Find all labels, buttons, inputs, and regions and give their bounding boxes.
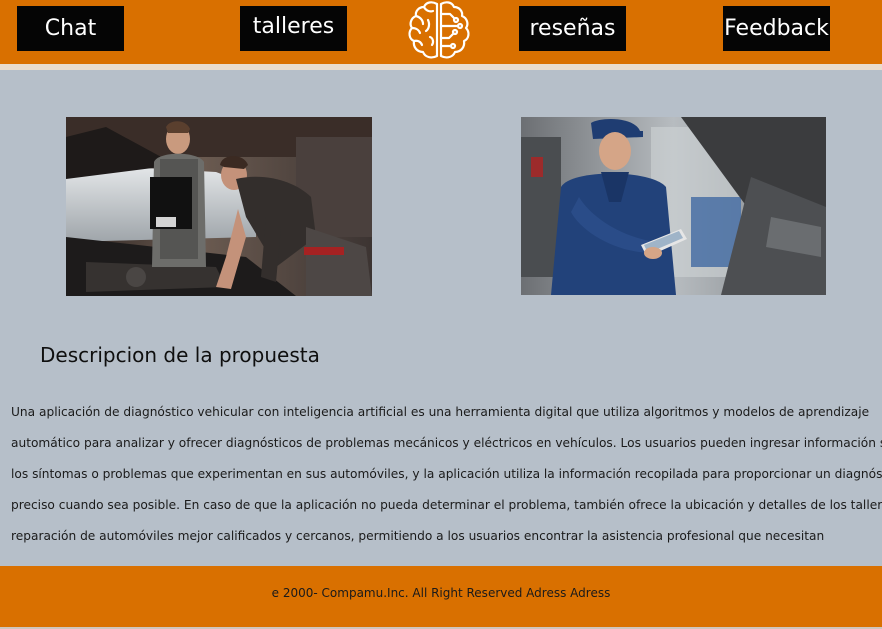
description-line: automático para analizar y ofrecer diagn… bbox=[11, 436, 882, 450]
mechanic-with-tablet-photo bbox=[521, 117, 826, 295]
description-line: reparación de automóviles mejor califica… bbox=[11, 529, 825, 543]
description-line: Una aplicación de diagnóstico vehicular … bbox=[11, 405, 870, 419]
description-line: los síntomas o problemas que experimenta… bbox=[11, 467, 882, 481]
header-bar: Chat talleres reseñas Feedback bbox=[0, 0, 882, 64]
header-divider bbox=[0, 64, 882, 70]
brain-circuit-icon[interactable] bbox=[406, 0, 472, 62]
nav-resenas-button[interactable]: reseñas bbox=[519, 6, 626, 51]
footer-copyright: e 2000- Compamu.Inc. All Right Reserved … bbox=[271, 586, 611, 600]
description-line: preciso cuando sea posible. En caso de q… bbox=[11, 498, 882, 512]
nav-chat-button[interactable]: Chat bbox=[17, 6, 124, 51]
nav-feedback-button[interactable]: Feedback bbox=[723, 6, 830, 51]
page-title: Descripcion de la propuesta bbox=[40, 343, 320, 367]
nav-talleres-button[interactable]: talleres bbox=[240, 6, 347, 51]
proposal-description: Una aplicación de diagnóstico vehicular … bbox=[11, 397, 882, 552]
footer-bar: e 2000- Compamu.Inc. All Right Reserved … bbox=[0, 566, 882, 627]
mechanics-inspecting-engine-photo bbox=[66, 117, 372, 296]
